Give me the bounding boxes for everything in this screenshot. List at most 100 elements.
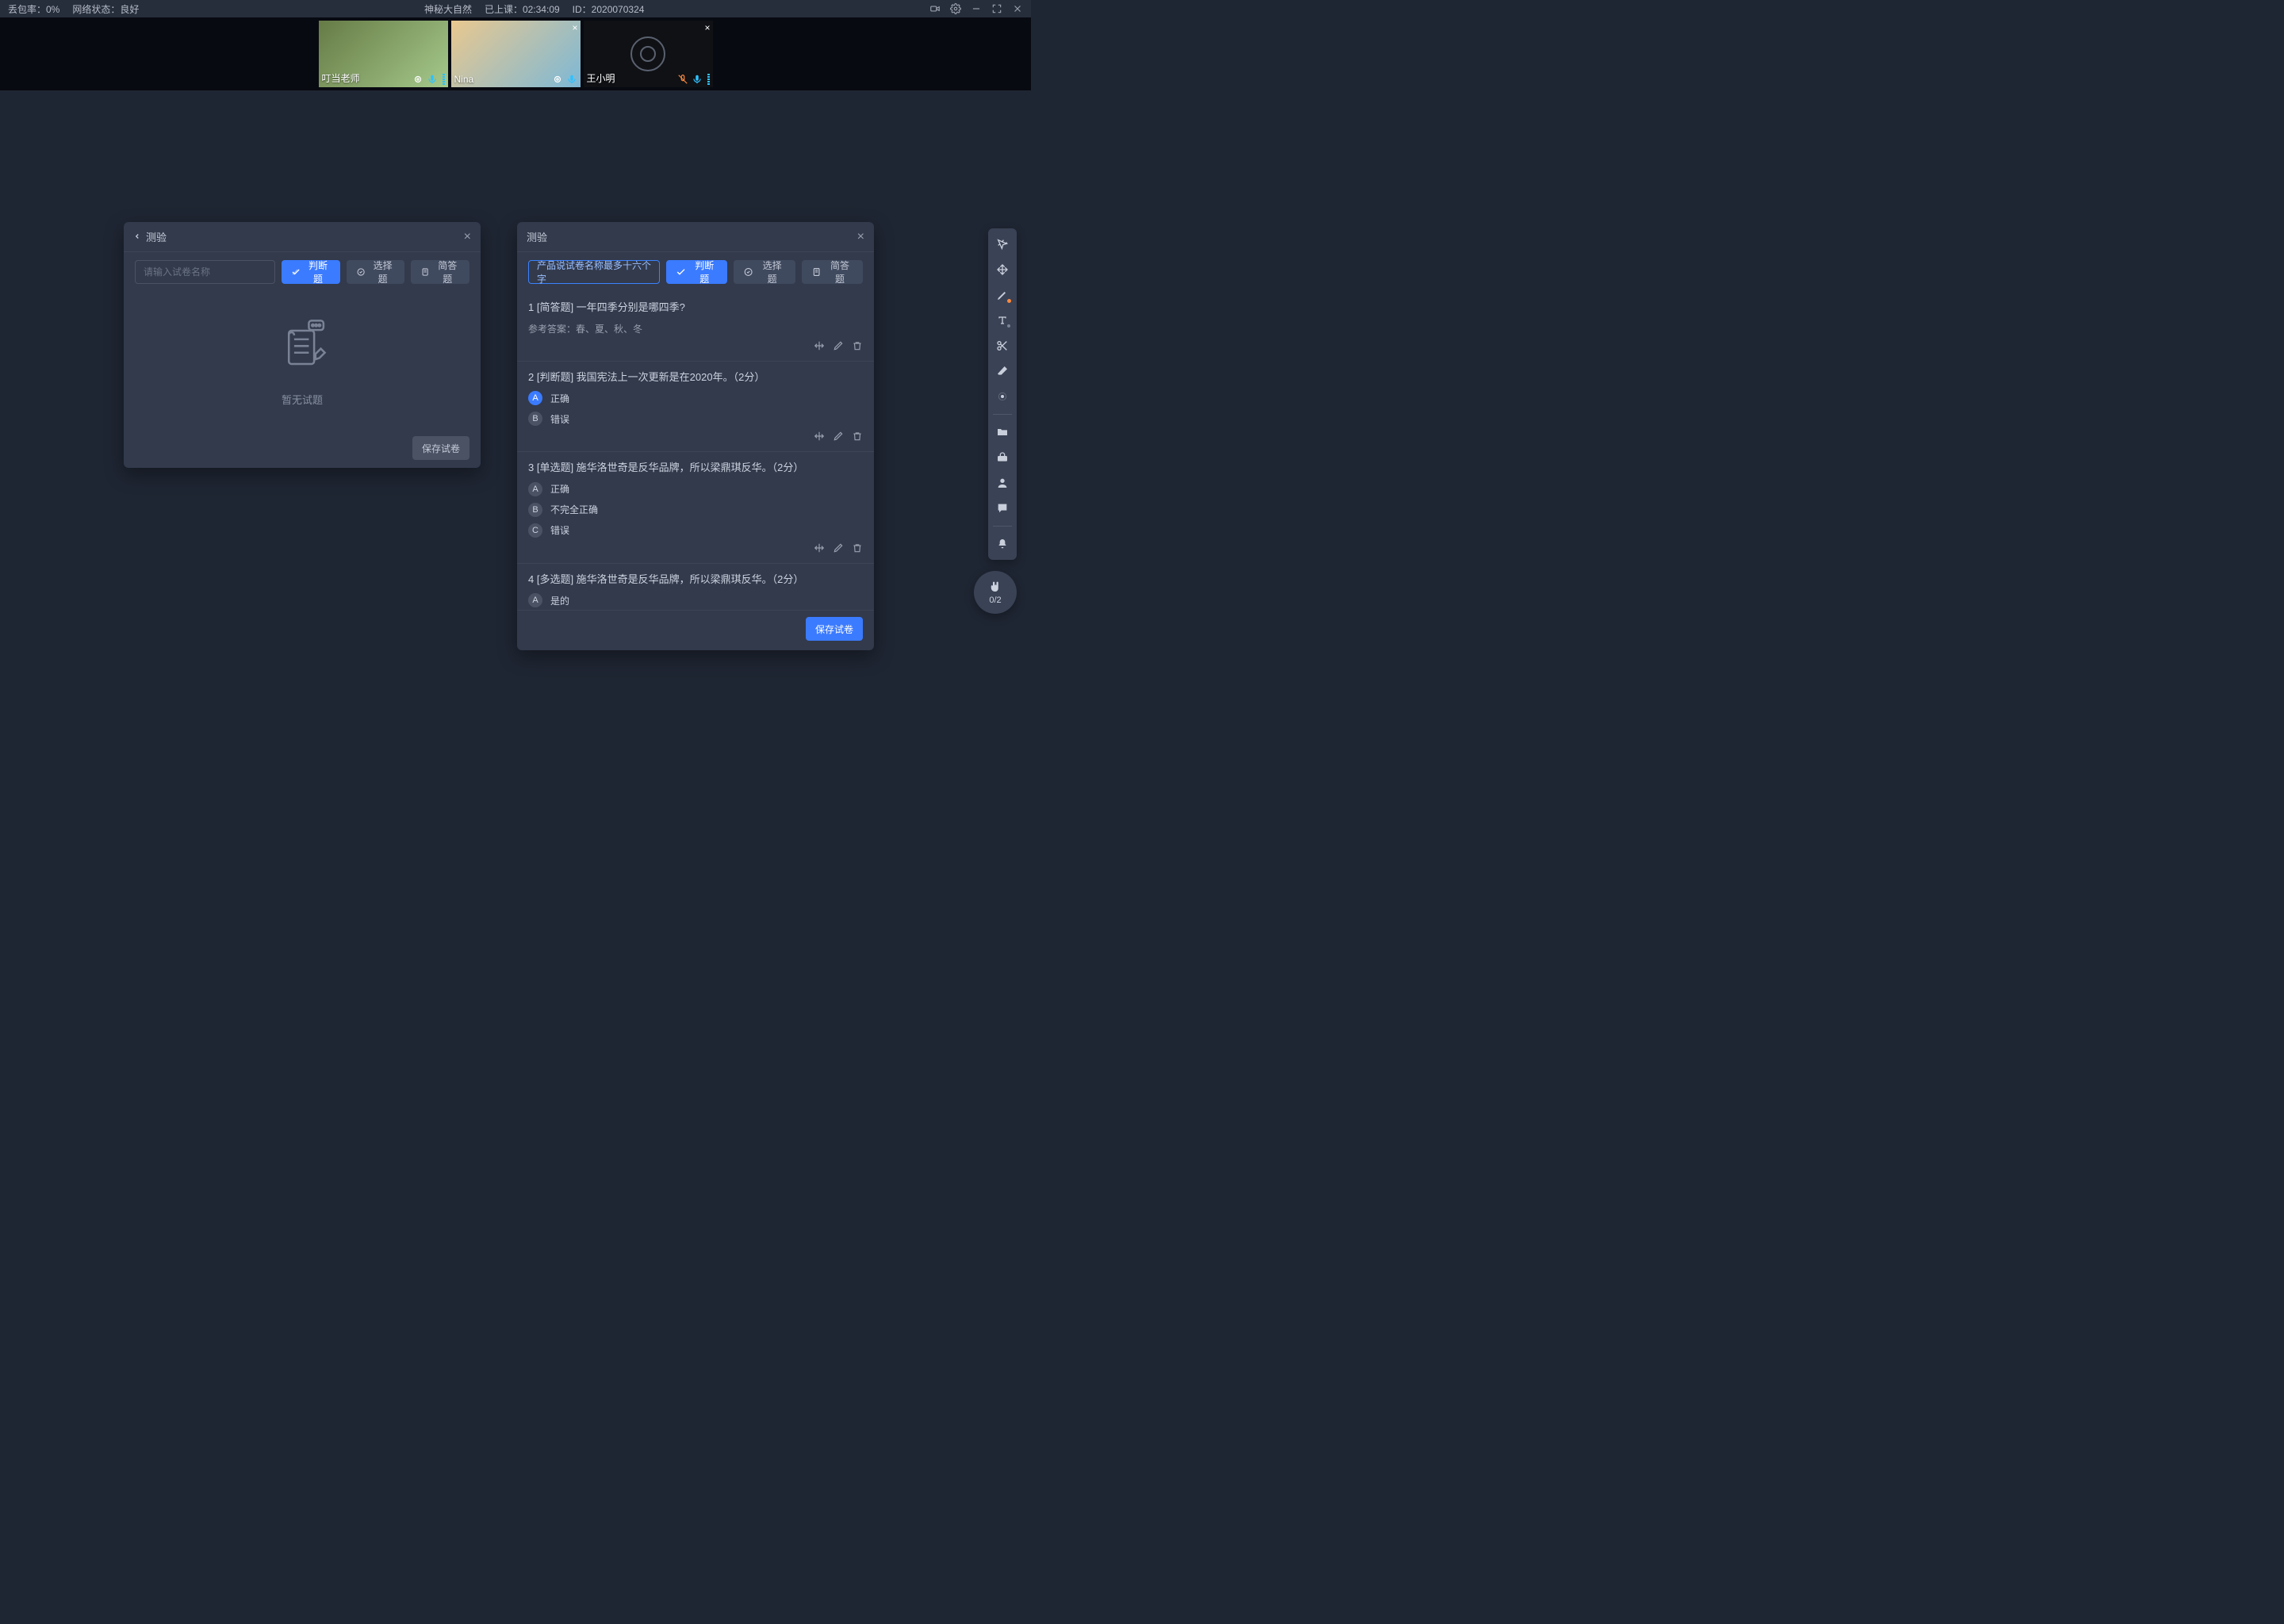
option-letter: A: [528, 391, 542, 405]
question-actions: [528, 542, 863, 553]
question-item: 2 [判断题] 我国宪法上一次更新是在2020年。（2分） A 正确 B 错误: [517, 362, 874, 453]
question-option[interactable]: B 不完全正确: [528, 503, 863, 517]
close-icon[interactable]: [1012, 3, 1023, 14]
option-letter: A: [528, 482, 542, 496]
question-option[interactable]: A 正确: [528, 482, 863, 496]
question-option[interactable]: A是的: [528, 593, 863, 607]
question-title: 1 [简答题] 一年四季分别是哪四季?: [528, 300, 863, 316]
close-icon[interactable]: ×: [704, 22, 710, 33]
move-tool[interactable]: [991, 259, 1014, 281]
toolbox-tool[interactable]: [991, 446, 1014, 469]
video-tile-name: 王小明: [587, 71, 615, 85]
scissors-tool[interactable]: [991, 335, 1014, 357]
hand-raise-count: 0/2: [989, 596, 1001, 605]
gear-icon[interactable]: [950, 3, 961, 14]
option-text: 正确: [550, 482, 569, 496]
hand-icon: [988, 580, 1002, 594]
move-icon[interactable]: [814, 431, 825, 442]
close-icon[interactable]: ×: [857, 230, 864, 244]
move-icon[interactable]: [814, 542, 825, 553]
pen-tool[interactable]: [991, 284, 1014, 306]
eraser-tool[interactable]: [991, 360, 1014, 382]
quiz-panel-edit: 测验 × 产品说试卷名称最多十六个字 判断题 选择题 简答题 1 [简答题] 一…: [517, 222, 874, 650]
text-tool[interactable]: [991, 309, 1014, 331]
delete-icon[interactable]: [852, 431, 863, 442]
user-tool[interactable]: [991, 472, 1014, 494]
add-choice-button[interactable]: 选择题: [347, 260, 405, 284]
volume-bars: [707, 74, 710, 85]
cursor-click-tool[interactable]: [991, 233, 1014, 255]
question-list[interactable]: 1 [简答题] 一年四季分别是哪四季? 参考答案：春、夏、秋、冬 2 [判断题] 我…: [517, 292, 874, 610]
fullscreen-icon[interactable]: [991, 3, 1002, 14]
camera-icon: [552, 74, 563, 85]
question-item: 1 [简答题] 一年四季分别是哪四季? 参考答案：春、夏、秋、冬: [517, 292, 874, 362]
paper-name-input[interactable]: [135, 260, 275, 284]
panel-title: 测验: [146, 229, 167, 244]
video-tile-name: Nina: [454, 74, 474, 85]
add-short-answer-button[interactable]: 简答题: [411, 260, 469, 284]
empty-label: 暂无试题: [282, 392, 323, 407]
close-icon[interactable]: ×: [572, 22, 577, 33]
add-tf-button[interactable]: 判断题: [282, 260, 340, 284]
option-letter: C: [528, 523, 542, 538]
edit-icon[interactable]: [833, 542, 844, 553]
laser-pointer-tool[interactable]: [991, 385, 1014, 408]
question-option[interactable]: C 错误: [528, 523, 863, 538]
camera-muted-icon: [677, 74, 688, 85]
chat-tool[interactable]: [991, 497, 1014, 519]
camera-toggle-icon[interactable]: [929, 3, 941, 14]
topbar: 丢包率：0% 网络状态：良好 神秘大自然 已上课：02:34:09 ID：202…: [0, 0, 1031, 17]
add-tf-button[interactable]: 判断题: [666, 260, 727, 284]
toolbar-divider: [993, 526, 1012, 527]
video-row: 叮当老师 × Nina × 王小明: [0, 17, 1031, 90]
camera-off-icon: [630, 36, 665, 71]
add-short-answer-button[interactable]: 简答题: [802, 260, 863, 284]
option-text: 是的: [550, 594, 569, 607]
delete-icon[interactable]: [852, 542, 863, 553]
option-text: 正确: [550, 392, 569, 405]
option-letter: B: [528, 503, 542, 517]
camera-icon: [412, 74, 423, 85]
empty-state: 暂无试题: [124, 292, 481, 428]
question-title: 4 [多选题] 施华洛世奇是反华品牌，所以梁鼎琪反华。（2分）: [528, 572, 863, 588]
question-actions: [528, 431, 863, 442]
save-paper-button[interactable]: 保存试卷: [412, 436, 469, 460]
option-letter: B: [528, 412, 542, 426]
session-id: ID：2020070324: [573, 2, 645, 16]
move-icon[interactable]: [814, 340, 825, 351]
paper-name-input[interactable]: 产品说试卷名称最多十六个字: [528, 260, 660, 284]
option-text: 不完全正确: [550, 503, 598, 516]
minimize-icon[interactable]: [971, 3, 982, 14]
mic-icon: [427, 74, 438, 85]
question-item: 3 [单选题] 施华洛世奇是反华品牌，所以梁鼎琪反华。（2分） A 正确 B 不完全正确…: [517, 452, 874, 564]
edit-icon[interactable]: [833, 340, 844, 351]
mic-icon: [692, 74, 703, 85]
reference-answer: 参考答案：春、夏、秋、冬: [528, 322, 863, 335]
elapsed-time: 已上课：02:34:09: [485, 2, 560, 16]
folder-tool[interactable]: [991, 421, 1014, 443]
question-option[interactable]: A 正确: [528, 391, 863, 405]
video-tile-student-1[interactable]: × Nina: [451, 21, 581, 87]
option-text: 错误: [550, 523, 569, 537]
close-icon[interactable]: ×: [464, 230, 471, 244]
question-title: 2 [判断题] 我国宪法上一次更新是在2020年。（2分）: [528, 370, 863, 385]
save-paper-button[interactable]: 保存试卷: [806, 617, 863, 641]
question-option[interactable]: B 错误: [528, 412, 863, 426]
hand-raise-badge[interactable]: 0/2: [974, 571, 1017, 614]
video-tile-teacher[interactable]: 叮当老师: [319, 21, 448, 87]
panel-title: 测验: [527, 229, 547, 244]
question-actions: [528, 340, 863, 351]
right-toolbar: [988, 228, 1017, 560]
bell-tool[interactable]: [991, 533, 1014, 555]
packet-loss: 丢包率：0%: [8, 2, 59, 16]
mic-icon: [566, 74, 577, 85]
network-status: 网络状态：良好: [72, 2, 139, 16]
question-title: 3 [单选题] 施华洛世奇是反华品牌，所以梁鼎琪反华。（2分）: [528, 460, 863, 476]
toolbar-divider: [993, 414, 1012, 415]
edit-icon[interactable]: [833, 431, 844, 442]
delete-icon[interactable]: [852, 340, 863, 351]
video-tile-student-2[interactable]: × 王小明: [584, 21, 713, 87]
add-choice-button[interactable]: 选择题: [734, 260, 795, 284]
back-icon[interactable]: [133, 231, 141, 243]
option-text: 错误: [550, 412, 569, 426]
